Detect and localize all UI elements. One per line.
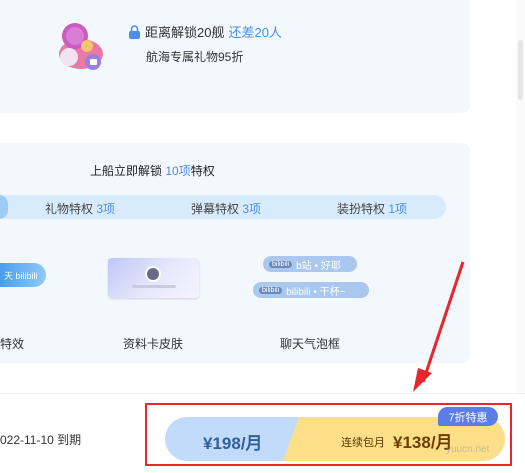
annotation-arrow-icon bbox=[413, 261, 465, 392]
page: 距离解锁20舰 还差20人 航海专属礼物95折 上船立即解锁 10项特权 礼物特权… bbox=[0, 0, 525, 473]
